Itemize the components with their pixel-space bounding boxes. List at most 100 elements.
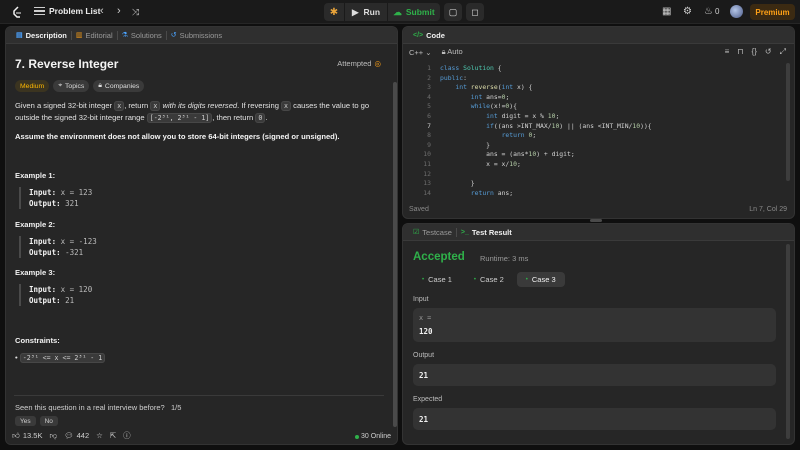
tab-test-result[interactable]: >_ Test Result — [457, 228, 516, 237]
example-title: Example 1: — [15, 171, 56, 180]
lock-icon: 🔒︎ — [441, 47, 446, 56]
output-label: Output — [413, 352, 435, 359]
language-select[interactable]: C++ ⌄ — [409, 48, 432, 57]
leetcode-logo[interactable] — [11, 6, 23, 18]
badges: Medium ⌖ Topics 🔒︎ Companies — [15, 80, 145, 92]
run-button[interactable]: ▶ Run — [345, 3, 387, 21]
document-icon: ▤ — [16, 32, 23, 39]
next-problem-icon[interactable]: › — [117, 5, 121, 17]
auto-toggle[interactable]: 🔒︎ Auto — [442, 47, 463, 57]
description-footer: 👍︎ 13.5K 👎︎ 💬︎ 442 ☆ ⇱ ⓘ 30 Online — [6, 427, 397, 444]
like-button[interactable]: 👍︎ 13.5K — [12, 431, 42, 441]
description-tabs: ▤ Description ▥ Editorial ⚗ Solutions ↺ Subm… — [6, 27, 397, 44]
tab-submissions[interactable]: ↺ Submissions — [167, 31, 226, 40]
editor-scrollbar[interactable] — [786, 63, 790, 181]
status-badge: Attempted ◎ — [337, 59, 381, 68]
history-icon: ↺ — [170, 32, 177, 39]
test-panel: ☑ Testcase >_ Test Result Accepted Runtime… — [402, 223, 795, 445]
dislike-button[interactable]: 👎︎ — [49, 431, 57, 441]
example-block: Input: x = 123 Output: 321 — [19, 187, 92, 209]
online-count: 30 Online — [355, 433, 391, 440]
submit-button[interactable]: ☁ Submit — [388, 3, 440, 21]
gear-icon[interactable]: ⚙ — [683, 6, 692, 17]
expected-label: Expected — [413, 396, 443, 403]
interview-answer-buttons: Yes No — [15, 416, 58, 426]
tab-code[interactable]: </> Code — [409, 31, 449, 40]
constraint-item: • -2³¹ <= x <= 2³¹ - 1 — [15, 352, 387, 364]
share-icon: ⇱ — [109, 431, 117, 440]
comment-icon: 💬︎ — [64, 431, 74, 440]
comments-button[interactable]: 💬︎ 442 — [64, 431, 89, 440]
editor-tools: ≡ ⊓ {} ↺ ⤢ — [725, 47, 786, 57]
code-tabs: </> Code — [403, 27, 794, 44]
tab-description[interactable]: ▤ Description — [12, 31, 71, 40]
no-button[interactable]: No — [39, 416, 58, 426]
chat-icon[interactable]: ◻ — [466, 3, 484, 21]
result-scrollbar[interactable] — [786, 244, 790, 439]
cursor-position: Ln 7, Col 29 — [749, 206, 787, 213]
topics-button[interactable]: ⌖ Topics — [53, 80, 90, 92]
chevron-down-icon: ⌄ — [425, 47, 432, 57]
cloud-upload-icon: ☁ — [393, 6, 402, 17]
shuffle-icon[interactable]: ⤨ — [132, 7, 139, 18]
tab-solutions[interactable]: ⚗ Solutions — [118, 31, 166, 40]
play-icon: ▶ — [351, 6, 359, 17]
debug-icon[interactable]: ✱ — [324, 3, 344, 21]
case-tab[interactable]: • Case 2 — [465, 272, 513, 287]
input-label: Input — [413, 296, 429, 303]
avatar[interactable] — [730, 5, 743, 18]
interview-question: Seen this question in a real interview b… — [15, 403, 182, 412]
problem-note: Assume the environment does not allow yo… — [15, 132, 340, 141]
code-panel: </> Code C++ ⌄ 🔒︎ Auto ≡ ⊓ {} ↺ ⤢ 1 2 3 4… — [402, 26, 795, 219]
runtime: Runtime: 3 ms — [480, 254, 529, 263]
output-box: 21 — [413, 364, 776, 386]
notes-icon[interactable]: ▢ — [444, 3, 462, 21]
tag-icon: ⌖ — [58, 82, 63, 89]
code-editor[interactable]: 1 2 3 4 5 6 7 8 9 10 11 12 13 14 class S… — [403, 62, 794, 197]
test-tabs: ☑ Testcase >_ Test Result — [403, 224, 794, 241]
problem-list-link[interactable]: Problem List — [49, 6, 100, 16]
description-scrollbar[interactable] — [393, 82, 397, 427]
lock-icon: 🔒︎ — [98, 82, 102, 89]
yes-button[interactable]: Yes — [15, 416, 36, 426]
verdict: Accepted — [413, 251, 465, 263]
problem-list-icon[interactable] — [34, 6, 45, 17]
case-tab[interactable]: • Case 1 — [413, 272, 461, 287]
panel-resize-handle[interactable] — [590, 219, 602, 222]
help-icon: ⓘ — [123, 431, 131, 440]
book-icon: ▥ — [75, 32, 83, 39]
thumbs-down-icon: 👎︎ — [49, 430, 58, 440]
constraints-title: Constraints: — [15, 336, 60, 345]
page-title: 7. Reverse Integer — [15, 57, 119, 71]
example-title: Example 2: — [15, 220, 56, 229]
tab-testcase[interactable]: ☑ Testcase — [409, 228, 456, 237]
prev-problem-icon[interactable]: ‹ — [100, 5, 104, 17]
share-button[interactable]: ⇱ — [110, 431, 116, 440]
checkbox-icon: ☑ — [413, 229, 420, 236]
help-button[interactable]: ⓘ — [123, 430, 131, 441]
notification-icon[interactable]: ♨ 0 — [704, 6, 719, 17]
top-bar: Problem List ‹ › ⤨ ✱ ▶ Run ☁ Submit ▢ ◻ ▦ … — [0, 0, 800, 24]
expected-box: 21 — [413, 408, 776, 430]
format-icon[interactable]: ≡ — [725, 47, 730, 57]
braces-icon[interactable]: {} — [752, 47, 757, 57]
flask-icon: ⚗ — [121, 32, 128, 39]
example-block: Input: x = 120 Output: 21 — [19, 284, 92, 306]
example-block: Input: x = -123 Output: -321 — [19, 236, 97, 258]
companies-button[interactable]: 🔒︎ Companies — [93, 80, 145, 92]
case-tab[interactable]: • Case 3 — [516, 272, 565, 287]
run-controls: ✱ ▶ Run ☁ Submit ▢ ◻ — [324, 3, 484, 21]
bookmark-icon[interactable]: ⊓ — [737, 47, 743, 57]
reset-icon[interactable]: ↺ — [765, 47, 772, 57]
tab-editorial[interactable]: ▥ Editorial — [72, 31, 117, 40]
code-icon: </> — [413, 31, 424, 39]
problem-description: Given a signed 32-bit integer x, return … — [15, 101, 370, 123]
expand-icon[interactable]: ⤢ — [780, 47, 786, 57]
favorite-button[interactable]: ☆ — [96, 431, 103, 440]
layout-icon[interactable]: ▦ — [662, 6, 671, 17]
example-title: Example 3: — [15, 268, 56, 277]
divider — [14, 395, 384, 396]
premium-button[interactable]: Premium — [750, 4, 795, 20]
terminal-icon: >_ — [460, 228, 469, 236]
thumbs-up-icon: 👍︎ — [12, 430, 20, 440]
